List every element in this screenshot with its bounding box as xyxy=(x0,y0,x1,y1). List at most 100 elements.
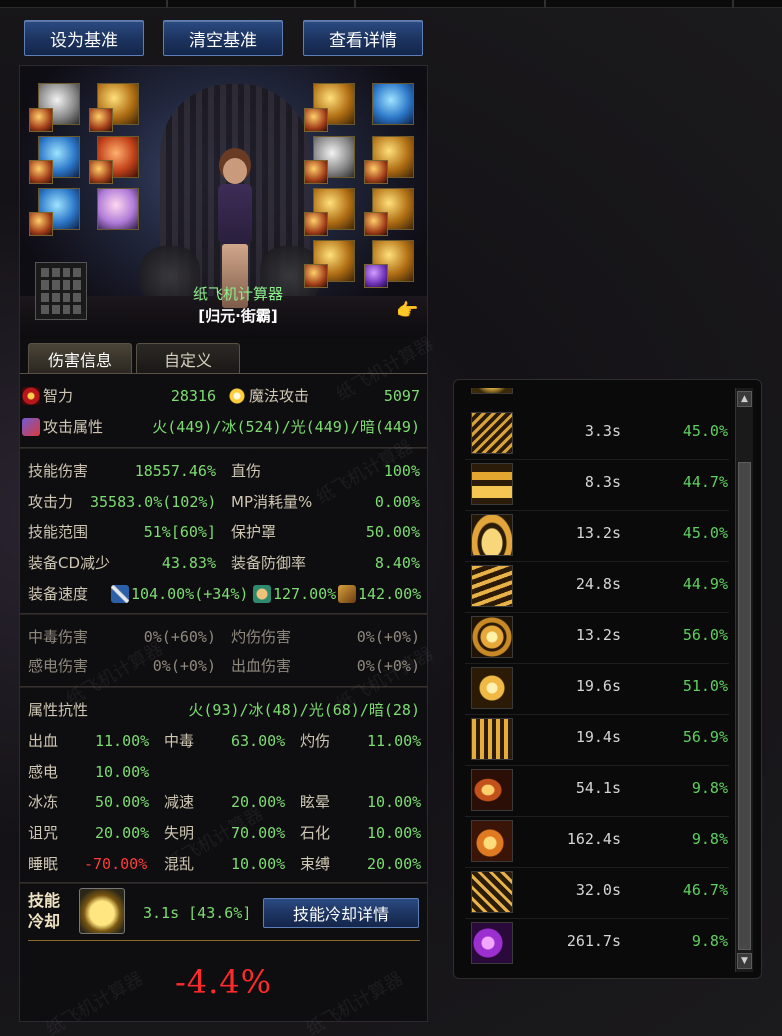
cooldown-detail-button[interactable]: 技能冷却详情 xyxy=(263,898,419,928)
shock-damage-label: 感电伤害 xyxy=(28,657,89,675)
sword-icon xyxy=(111,585,129,603)
attack-speed-value: 104.00%(+34%) xyxy=(131,585,249,603)
skill-cd: 19.6s xyxy=(575,677,621,695)
enchant-icon xyxy=(364,264,388,288)
equip-slot-title[interactable] xyxy=(97,188,139,230)
resist-shock-value: 10.00% xyxy=(95,763,150,781)
enchant-icon xyxy=(304,160,328,184)
resist-poison-label: 中毒 xyxy=(164,732,195,750)
scroll-down-icon[interactable]: ▼ xyxy=(737,953,752,969)
resist-freeze-label: 冰冻 xyxy=(28,793,59,811)
cooldown-value: 3.1s [43.6%] xyxy=(143,904,252,922)
skill-cd: 261.7s xyxy=(566,932,621,950)
intelligence-icon xyxy=(22,387,40,405)
clear-baseline-button[interactable]: 清空基准 xyxy=(163,20,283,56)
enchant-icon xyxy=(364,160,388,184)
set-baseline-button[interactable]: 设为基准 xyxy=(24,20,144,56)
list-item[interactable]: 13.2s 56.0% xyxy=(461,614,733,664)
skill-cooldown-list[interactable]: 3.3s 45.0% 8.3s 44.7% 13.2s 45.0% 24.8s … xyxy=(461,388,733,972)
resist-sleep-value: -70.00% xyxy=(84,855,148,873)
burn-damage-label: 灼伤伤害 xyxy=(231,628,292,646)
resist-burn-value: 11.00% xyxy=(367,732,422,750)
enchant-icon xyxy=(89,160,113,184)
view-details-button[interactable]: 查看详情 xyxy=(303,20,423,56)
equip-cd-value: 43.83% xyxy=(161,554,216,572)
enchant-icon xyxy=(89,108,113,132)
intelligence-label: 智力 xyxy=(43,387,74,405)
list-item[interactable] xyxy=(461,388,733,400)
character-title: [归元·街霸] xyxy=(198,307,278,325)
skill-cd-reduction: 51.0% xyxy=(682,677,728,695)
skill-cd-reduction: 44.7% xyxy=(682,473,728,491)
skill-cd: 32.0s xyxy=(575,881,621,899)
resist-stun-label: 眩晕 xyxy=(300,793,331,811)
pointing-hand-icon[interactable]: 👉 xyxy=(396,300,418,321)
tab-damage-info[interactable]: 伤害信息 xyxy=(28,343,132,373)
top-strip xyxy=(0,0,782,8)
skill-icon xyxy=(471,388,513,394)
skill-cd: 13.2s xyxy=(575,524,621,542)
resist-bind-value: 20.00% xyxy=(367,855,422,873)
skill-cd: 162.4s xyxy=(566,830,621,848)
cooldown-label: 技能 冷却 xyxy=(28,890,68,932)
mp-cost-value: 0.00% xyxy=(374,493,420,511)
skill-icon xyxy=(471,463,513,505)
resist-petrify-value: 10.00% xyxy=(367,824,422,842)
list-item[interactable]: 32.0s 46.7% xyxy=(461,869,733,919)
resist-burn-label: 灼伤 xyxy=(300,732,331,750)
skill-icon xyxy=(471,616,513,658)
list-item[interactable]: 54.1s 9.8% xyxy=(461,767,733,817)
resist-title-value: 火(93)/冰(48)/光(68)/暗(28) xyxy=(188,701,420,719)
enchant-icon xyxy=(29,108,53,132)
enchant-icon xyxy=(29,160,53,184)
resist-petrify-label: 石化 xyxy=(300,824,331,842)
scroll-up-icon[interactable]: ▲ xyxy=(737,391,752,407)
equip-def-value: 8.40% xyxy=(374,554,420,572)
list-item[interactable]: 3.3s 45.0% xyxy=(461,410,733,460)
list-item[interactable]: 13.2s 45.0% xyxy=(461,512,733,562)
skill-icon xyxy=(471,718,513,760)
poison-damage-value: 0%(+60%) xyxy=(143,628,216,646)
attack-power-label: 攻击力 xyxy=(28,493,74,511)
intelligence-value: 28316 xyxy=(170,387,216,405)
scrollbar[interactable]: ▲ ▼ xyxy=(735,388,753,972)
list-item[interactable]: 24.8s 44.9% xyxy=(461,563,733,613)
character-name: 纸飞机计算器 xyxy=(192,285,283,303)
skill-range-label: 技能范围 xyxy=(28,523,89,541)
shield-value: 50.00% xyxy=(365,523,420,541)
list-item[interactable]: 8.3s 44.7% xyxy=(461,461,733,511)
list-item[interactable]: 19.4s 56.9% xyxy=(461,716,733,766)
move-speed-value: 142.00% xyxy=(358,585,422,603)
attack-element-icon xyxy=(22,418,40,436)
list-item[interactable]: 261.7s 9.8% xyxy=(461,920,733,970)
skill-cd: 13.2s xyxy=(575,626,621,644)
skill-damage-value: 18557.46% xyxy=(134,462,216,480)
equip-cd-label: 装备CD减少 xyxy=(28,554,111,572)
tab-custom[interactable]: 自定义 xyxy=(136,343,240,373)
list-item[interactable]: 19.6s 51.0% xyxy=(461,665,733,715)
skill-icon xyxy=(471,871,513,913)
resist-confuse-value: 10.00% xyxy=(231,855,286,873)
scrollbar-thumb[interactable] xyxy=(738,462,751,950)
magic-attack-label: 魔法攻击 xyxy=(249,387,310,405)
resist-shock-label: 感电 xyxy=(28,763,59,781)
list-item[interactable]: 162.4s 9.8% xyxy=(461,818,733,868)
equip-slot-aura[interactable] xyxy=(372,83,414,125)
resist-curse-label: 诅咒 xyxy=(28,824,59,842)
resist-slow-label: 减速 xyxy=(164,793,195,811)
skill-cd: 24.8s xyxy=(575,575,621,593)
divider xyxy=(20,447,427,449)
divider xyxy=(20,882,427,884)
skill-icon xyxy=(471,667,513,709)
enchant-icon xyxy=(304,212,328,236)
skill-cd-reduction: 56.0% xyxy=(682,626,728,644)
cast-speed-icon xyxy=(253,585,271,603)
divider xyxy=(20,613,427,615)
skill-cd: 19.4s xyxy=(575,728,621,746)
cast-speed-value: 127.00% xyxy=(273,585,337,603)
skill-range-value: 51%[60%] xyxy=(143,523,216,541)
resist-curse-value: 20.00% xyxy=(95,824,150,842)
skill-cd-reduction: 9.8% xyxy=(691,830,728,848)
resist-freeze-value: 50.00% xyxy=(95,793,150,811)
avatar-grid-button[interactable] xyxy=(35,262,87,320)
